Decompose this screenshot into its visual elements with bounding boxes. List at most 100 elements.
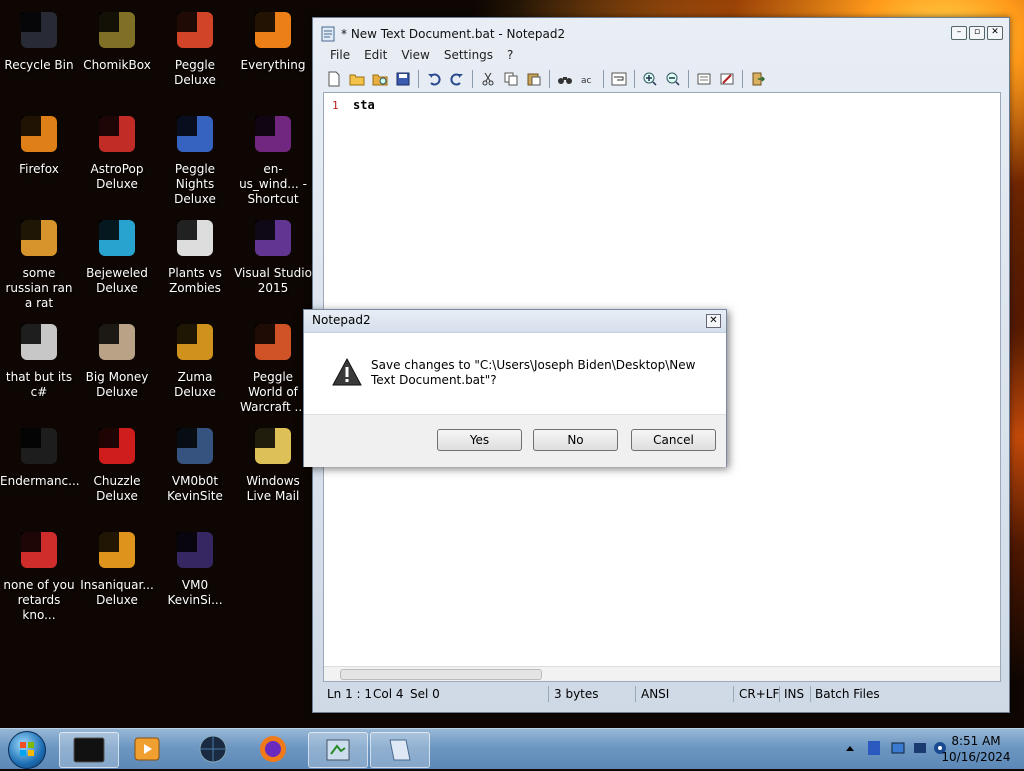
desktop-icon[interactable]: Peggle Nights Deluxe [156,110,234,207]
paste-icon[interactable] [523,69,545,89]
notepad-app-icon [321,26,335,42]
desktop-icon[interactable]: Zuma Deluxe [156,318,234,400]
taskbar-notepad2[interactable] [370,732,430,768]
save-icon[interactable] [392,69,414,89]
desktop-icon[interactable]: Bejeweled Deluxe [78,214,156,296]
chomikbox-icon [93,6,141,54]
desktop-icon-label: Big Money Deluxe [85,370,149,399]
app-icon [326,739,350,761]
dialog-close-button[interactable]: ✕ [706,314,721,328]
cancel-button[interactable]: Cancel [631,429,716,451]
taskbar-app[interactable] [308,732,368,768]
svg-text:ac: ac [581,76,592,86]
desktop-icon[interactable]: Endermanc... [0,422,80,489]
undo-icon[interactable] [423,69,445,89]
line-number: 1 [332,99,339,112]
menu-edit[interactable]: Edit [357,46,394,64]
desktop-icon[interactable]: Chuzzle Deluxe [78,422,156,504]
toolbar: ac [323,68,769,90]
taskbar-media-player[interactable] [118,732,176,766]
status-sel: Sel 0 [410,687,440,701]
find-icon[interactable] [554,69,576,89]
peggle-wow-icon [249,318,297,366]
live-mail-icon [249,422,297,470]
close-button[interactable]: ✕ [987,26,1003,40]
desktop-icon-label: Visual Studio 2015 [234,266,312,295]
winrar-icon [249,110,297,158]
desktop-icon[interactable]: en-us_wind... - Shortcut [234,110,312,207]
desktop-icon[interactable]: VM0b0t KevinSite [156,422,234,504]
zoom-out-icon[interactable] [662,69,684,89]
yes-button[interactable]: Yes [437,429,522,451]
browse-icon[interactable] [369,69,391,89]
desktop-icon[interactable]: VM0 KevinSi... [156,526,234,608]
desktop-icon[interactable]: Firefox [0,110,78,177]
menu-view[interactable]: View [394,46,436,64]
desktop-icon-label: Endermanc... [0,474,80,488]
wordwrap-icon[interactable] [608,69,630,89]
menu-bar: File Edit View Settings ? [323,46,520,64]
tray-network-icon[interactable] [912,735,928,762]
desktop-icon-label: some russian ran a rat [5,266,73,310]
menu-file[interactable]: File [323,46,357,64]
status-position: Ln 1 : 1 [327,687,373,701]
desktop-icon-label: Peggle World of Warcraft ... [240,370,306,414]
desktop-icon[interactable]: Everything [234,6,312,73]
tray-flag-icon[interactable] [890,735,906,762]
desktop-icon[interactable]: AstroPop Deluxe [78,110,156,192]
window-title-bar[interactable]: * New Text Document.bat - Notepad2 [321,24,921,44]
horizontal-scrollbar[interactable] [324,666,1000,681]
desktop-icon[interactable]: Peggle Deluxe [156,6,234,88]
tray-app-icon[interactable] [866,735,882,762]
vm-icon [171,422,219,470]
desktop-icon[interactable]: Insaniquar... Deluxe [78,526,156,608]
desktop-icon[interactable]: Big Money Deluxe [78,318,156,400]
status-bar: Ln 1 : 1 Col 4 Sel 0 3 bytes ANSI CR+LF … [323,683,999,705]
taskbar-terminal[interactable] [59,732,119,768]
start-button[interactable] [8,731,46,769]
no-button[interactable]: No [533,429,618,451]
customize-icon[interactable] [716,69,738,89]
status-encoding: ANSI [641,687,670,701]
editor-text[interactable]: sta [353,98,375,112]
taskbar-clock[interactable]: 8:51 AM 10/16/2024 [936,733,1016,765]
desktop-icon[interactable]: Windows Live Mail [234,422,312,504]
desktop-icon[interactable]: Visual Studio 2015 [234,214,312,296]
desktop-icon[interactable]: Recycle Bin [0,6,78,73]
media-player-icon [134,737,160,761]
scrollbar-thumb[interactable] [340,669,542,680]
desktop-icon[interactable]: that but its c# [0,318,78,400]
zoom-in-icon[interactable] [639,69,661,89]
firefox-icon [260,736,286,762]
menu-settings[interactable]: Settings [437,46,500,64]
copy-icon[interactable] [500,69,522,89]
replace-icon[interactable]: ac [577,69,599,89]
open-icon[interactable] [346,69,368,89]
taskbar: 8:51 AM 10/16/2024 [0,728,1024,769]
desktop-icon-label: Windows Live Mail [246,474,300,503]
desktop-icon[interactable]: none of you retards kno... [0,526,78,623]
restore-button[interactable]: ▫ [969,26,985,40]
desktop-icon[interactable]: Plants vs Zombies [156,214,234,296]
taskbar-browser[interactable] [184,732,242,766]
desktop-icon-label: ChomikBox [83,58,151,72]
desktop-icon-label: none of you retards kno... [3,578,75,622]
scheme-icon[interactable] [693,69,715,89]
minimize-button[interactable]: – [951,26,967,40]
desktop-icon[interactable]: some russian ran a rat [0,214,78,311]
desktop-icon-label: that but its c# [5,370,73,399]
dialog-title-bar[interactable]: Notepad2 ✕ [304,310,726,333]
exit-icon[interactable] [747,69,769,89]
desktop-icon-label: VM0 KevinSi... [167,578,223,607]
menu-help[interactable]: ? [500,46,520,64]
desktop-icon[interactable]: ChomikBox [78,6,156,73]
desktop-icon-label: en-us_wind... - Shortcut [239,162,307,206]
notepad2-icon [389,739,411,761]
redo-icon[interactable] [446,69,468,89]
new-icon[interactable] [323,69,345,89]
tray-expand-icon[interactable] [846,741,854,755]
save-changes-dialog[interactable]: Notepad2 ✕ Save changes to "C:\Users\Jos… [303,309,727,467]
taskbar-firefox[interactable] [244,732,302,766]
desktop-icon[interactable]: Peggle World of Warcraft ... [234,318,312,415]
cut-icon[interactable] [477,69,499,89]
